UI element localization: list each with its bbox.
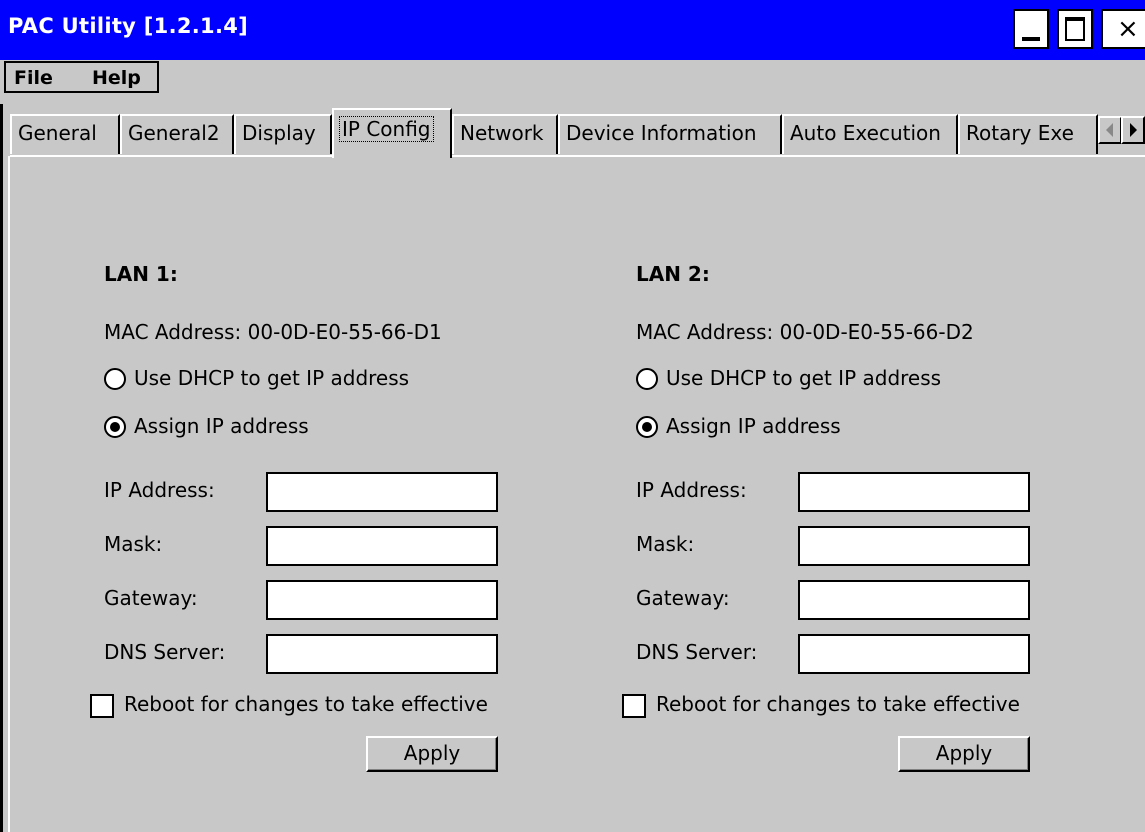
tab-label: Display bbox=[242, 121, 316, 145]
lan1-dns-field[interactable] bbox=[266, 634, 498, 674]
lan1-ip-field[interactable] bbox=[266, 472, 498, 512]
ip-config-panel: LAN 1: MAC Address: 00-0D-E0-55-66-D1 Us… bbox=[8, 156, 1145, 832]
lan1-heading: LAN 1: bbox=[104, 262, 178, 286]
tab-auto-execution[interactable]: Auto Execution bbox=[782, 114, 958, 154]
close-icon: × bbox=[1117, 14, 1139, 44]
lan1-ip-label: IP Address: bbox=[104, 478, 215, 502]
tab-label: Auto Execution bbox=[790, 121, 941, 145]
lan2-assign-label[interactable]: Assign IP address bbox=[666, 414, 841, 438]
lan1-mac-address: MAC Address: 00-0D-E0-55-66-D1 bbox=[104, 320, 442, 344]
window-title: PAC Utility [1.2.1.4] bbox=[8, 14, 249, 38]
tab-general2[interactable]: General2 bbox=[120, 114, 234, 154]
tab-label: General2 bbox=[128, 121, 220, 145]
lan1-assign-label[interactable]: Assign IP address bbox=[134, 414, 309, 438]
lan1-reboot-label[interactable]: Reboot for changes to take effective bbox=[124, 692, 488, 716]
tab-general[interactable]: General bbox=[10, 114, 120, 154]
lan2-ip-label: IP Address: bbox=[636, 478, 747, 502]
tab-strip: General General2 Display IP Config Netwo… bbox=[0, 104, 1145, 158]
tab-display[interactable]: Display bbox=[234, 114, 332, 154]
lan1-dhcp-radio[interactable] bbox=[104, 368, 126, 390]
tab-label: Device Information bbox=[566, 121, 757, 145]
lan2-gateway-field[interactable] bbox=[798, 580, 1030, 620]
lan2-mac-address: MAC Address: 00-0D-E0-55-66-D2 bbox=[636, 320, 974, 344]
menu-frame: File Help bbox=[4, 61, 159, 93]
lan2-apply-button[interactable]: Apply bbox=[898, 736, 1030, 772]
tab-scroll-right-icon[interactable] bbox=[1121, 116, 1145, 144]
lan1-mask-label: Mask: bbox=[104, 532, 163, 556]
lan1-mask-field[interactable] bbox=[266, 526, 498, 566]
lan1-dns-label: DNS Server: bbox=[104, 640, 226, 664]
menu-file[interactable]: File bbox=[14, 67, 53, 89]
lan2-mask-field[interactable] bbox=[798, 526, 1030, 566]
tab-device-information[interactable]: Device Information bbox=[558, 114, 782, 154]
tab-network[interactable]: Network bbox=[452, 114, 558, 154]
tab-label: General bbox=[18, 121, 97, 145]
lan2-dns-label: DNS Server: bbox=[636, 640, 758, 664]
lan2-heading: LAN 2: bbox=[636, 262, 710, 286]
tab-scroll-left-icon[interactable] bbox=[1098, 116, 1122, 144]
lan1-assign-radio[interactable] bbox=[104, 416, 126, 438]
lan1-dhcp-label[interactable]: Use DHCP to get IP address bbox=[134, 366, 409, 390]
lan2-gateway-label: Gateway: bbox=[636, 586, 730, 610]
title-bar[interactable]: PAC Utility [1.2.1.4] × bbox=[0, 0, 1145, 60]
lan2-mask-label: Mask: bbox=[636, 532, 695, 556]
menu-bar: File Help bbox=[0, 60, 1145, 96]
lan2-ip-field[interactable] bbox=[798, 472, 1030, 512]
tab-label: Network bbox=[460, 121, 544, 145]
tab-ip-config[interactable]: IP Config bbox=[332, 108, 452, 158]
close-button[interactable]: × bbox=[1101, 9, 1145, 49]
lan2-dhcp-label[interactable]: Use DHCP to get IP address bbox=[666, 366, 941, 390]
lan1-apply-button[interactable]: Apply bbox=[366, 736, 498, 772]
lan1-gateway-label: Gateway: bbox=[104, 586, 198, 610]
lan2-dhcp-radio[interactable] bbox=[636, 368, 658, 390]
lan2-reboot-checkbox[interactable] bbox=[622, 694, 646, 718]
tab-rotary-execution[interactable]: Rotary Exe bbox=[958, 114, 1098, 154]
maximize-button[interactable] bbox=[1057, 9, 1093, 49]
lan2-reboot-label[interactable]: Reboot for changes to take effective bbox=[656, 692, 1020, 716]
minimize-button[interactable] bbox=[1013, 9, 1049, 49]
lan1-gateway-field[interactable] bbox=[266, 580, 498, 620]
lan2-assign-radio[interactable] bbox=[636, 416, 658, 438]
lan2-dns-field[interactable] bbox=[798, 634, 1030, 674]
tab-label: IP Config bbox=[339, 116, 434, 142]
tab-label: Rotary Exe bbox=[966, 121, 1074, 145]
menu-help[interactable]: Help bbox=[92, 67, 141, 89]
lan1-reboot-checkbox[interactable] bbox=[90, 694, 114, 718]
window-left-border bbox=[0, 104, 3, 832]
